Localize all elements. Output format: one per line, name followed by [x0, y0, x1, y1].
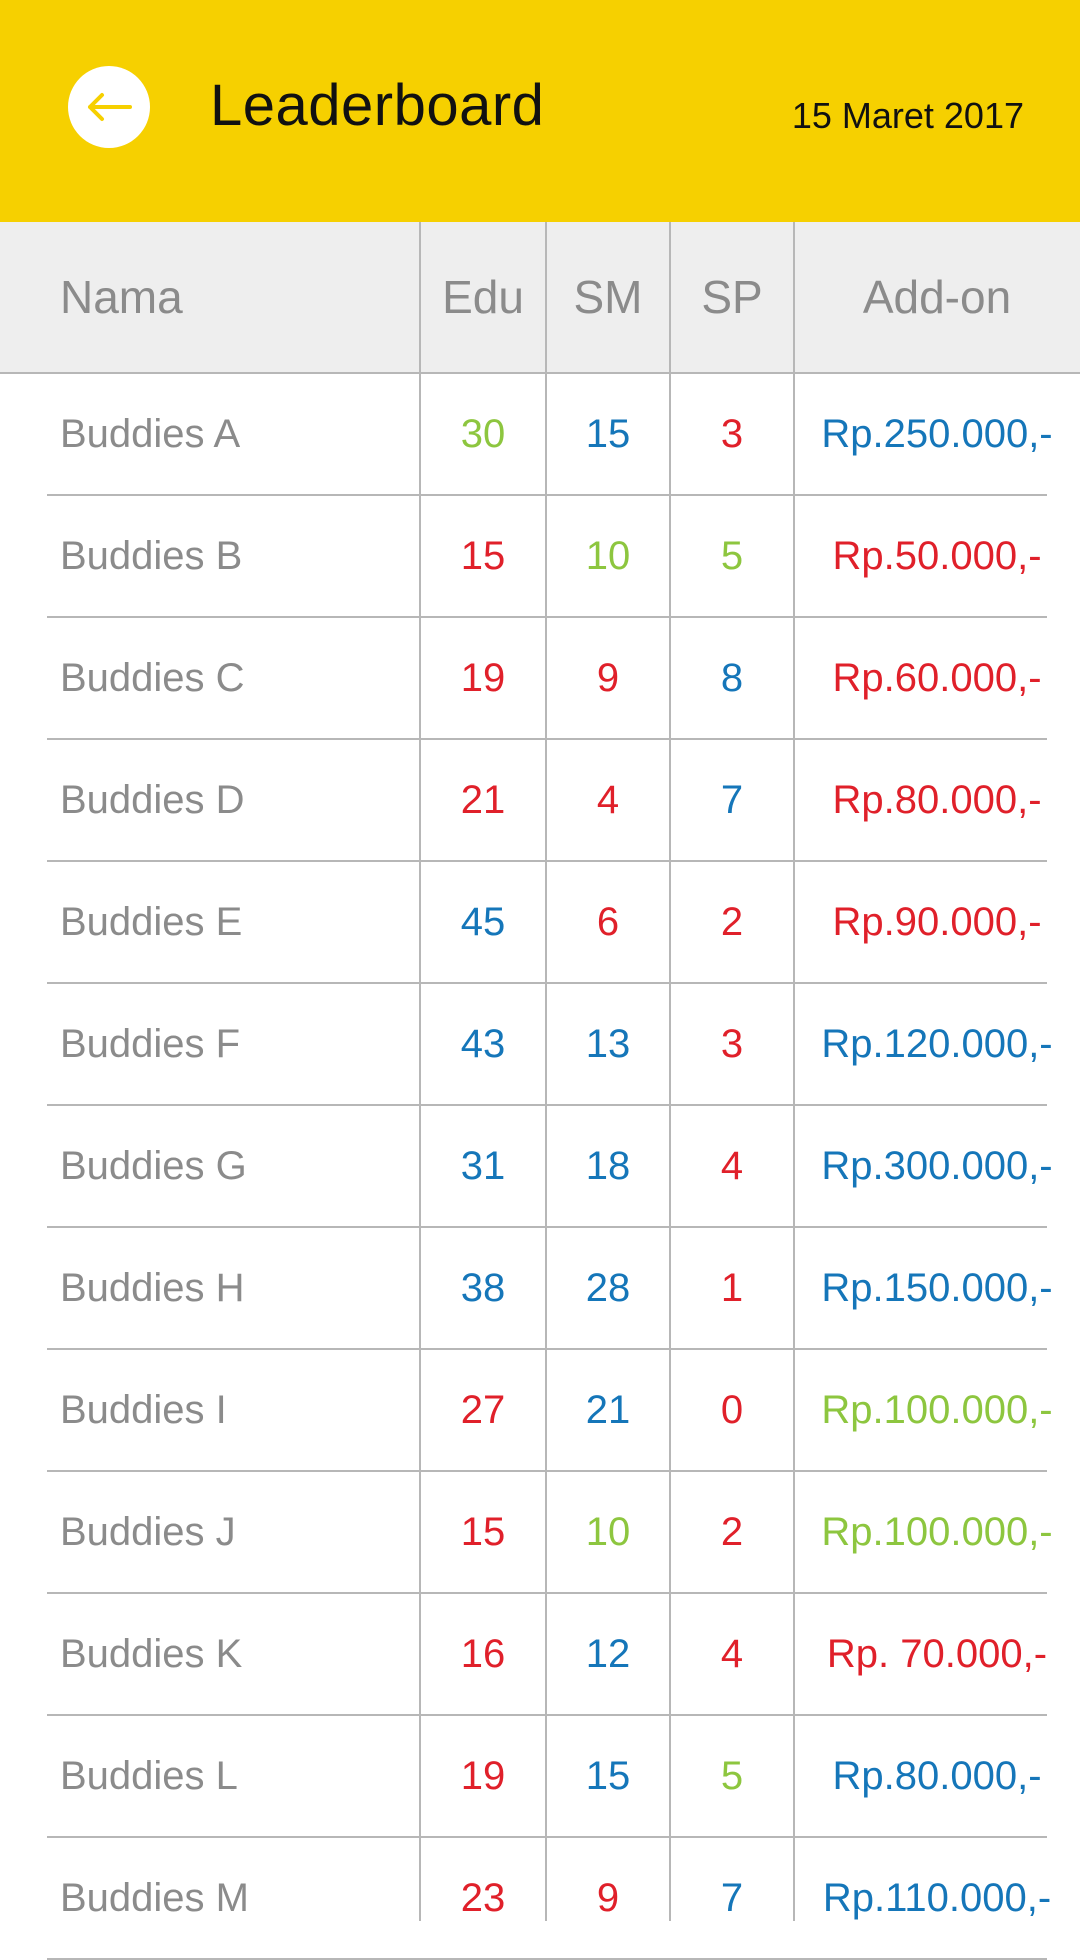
sp-score: 2 [720, 899, 744, 944]
column-header-sp[interactable]: SP [670, 222, 794, 372]
edu-score: 19 [460, 1753, 506, 1798]
page-title: Leaderboard [210, 73, 545, 138]
sp-score: 2 [720, 1509, 744, 1554]
table-row[interactable]: Buddies G 31 18 4 Rp.300.000,- [0, 1106, 1080, 1228]
buddy-name: Buddies I [60, 1387, 227, 1432]
sm-score: 13 [585, 1021, 631, 1066]
buddy-name: Buddies D [60, 777, 245, 822]
buddy-name: Buddies G [60, 1143, 247, 1188]
table-row[interactable]: Buddies D 21 4 7 Rp.80.000,- [0, 740, 1080, 862]
sp-score: 5 [720, 1753, 744, 1798]
addon-amount: Rp.120.000,- [821, 1021, 1053, 1066]
buddy-name: Buddies E [60, 899, 243, 944]
buddy-name: Buddies H [60, 1265, 245, 1310]
edu-score: 27 [460, 1387, 506, 1432]
sp-score: 3 [720, 1021, 744, 1066]
addon-amount: Rp.50.000,- [832, 533, 1042, 578]
buddy-name: Buddies K [60, 1631, 243, 1676]
table-row[interactable]: Buddies J 15 10 2 Rp.100.000,- [0, 1472, 1080, 1594]
edu-score: 38 [460, 1265, 506, 1310]
sm-score: 9 [596, 1875, 620, 1920]
table-row[interactable]: Buddies E 45 6 2 Rp.90.000,- [0, 862, 1080, 984]
edu-score: 30 [460, 411, 506, 456]
buddy-name: Buddies B [60, 533, 243, 578]
addon-amount: Rp.100.000,- [821, 1387, 1053, 1432]
edu-score: 31 [460, 1143, 506, 1188]
sm-score: 21 [585, 1387, 631, 1432]
addon-amount: Rp.100.000,- [821, 1509, 1053, 1554]
sm-score: 15 [585, 411, 631, 456]
back-button[interactable] [68, 66, 150, 148]
sp-score: 4 [720, 1631, 744, 1676]
edu-score: 23 [460, 1875, 506, 1920]
buddy-name: Buddies J [60, 1509, 236, 1554]
buddy-name: Buddies F [60, 1021, 241, 1066]
arrow-left-icon [88, 93, 132, 121]
addon-amount: Rp.90.000,- [832, 899, 1042, 944]
buddy-name: Buddies L [60, 1753, 238, 1798]
buddy-name: Buddies M [60, 1875, 249, 1920]
addon-amount: Rp.110.000,- [822, 1875, 1052, 1920]
edu-score: 16 [460, 1631, 506, 1676]
sp-score: 4 [720, 1143, 744, 1188]
sp-score: 7 [720, 777, 744, 822]
column-header-nama[interactable]: Nama [0, 222, 420, 372]
addon-amount: Rp.60.000,- [832, 655, 1042, 700]
edu-score: 15 [460, 1509, 506, 1554]
table-row[interactable]: Buddies A 30 15 3 Rp.250.000,- [0, 374, 1080, 496]
buddy-name: Buddies C [60, 655, 245, 700]
column-header-edu[interactable]: Edu [420, 222, 546, 372]
app-header: Leaderboard 15 Maret 2017 [0, 0, 1080, 222]
sp-score: 7 [720, 1875, 744, 1920]
table-row[interactable]: Buddies B 15 10 5 Rp.50.000,- [0, 496, 1080, 618]
sm-score: 10 [585, 533, 631, 578]
sp-score: 1 [720, 1265, 744, 1310]
sm-score: 9 [596, 655, 620, 700]
column-header-sm[interactable]: SM [546, 222, 670, 372]
table-row[interactable]: Buddies C 19 9 8 Rp.60.000,- [0, 618, 1080, 740]
table-row[interactable]: Buddies M 23 9 7 Rp.110.000,- [0, 1838, 1080, 1960]
sm-score: 15 [585, 1753, 631, 1798]
edu-score: 43 [460, 1021, 506, 1066]
addon-amount: Rp.150.000,- [821, 1265, 1053, 1310]
column-header-addon[interactable]: Add-on [794, 222, 1080, 372]
sp-score: 8 [720, 655, 744, 700]
addon-amount: Rp.80.000,- [832, 777, 1042, 822]
edu-score: 15 [460, 533, 506, 578]
buddy-name: Buddies A [60, 411, 241, 456]
table-row[interactable]: Buddies L 19 15 5 Rp.80.000,- [0, 1716, 1080, 1838]
table-row[interactable]: Buddies K 16 12 4 Rp. 70.000,- [0, 1594, 1080, 1716]
sp-score: 3 [720, 411, 744, 456]
sm-score: 18 [585, 1143, 631, 1188]
date-label: 15 Maret 2017 [791, 95, 1024, 136]
addon-amount: Rp. 70.000,- [826, 1631, 1048, 1676]
edu-score: 21 [460, 777, 506, 822]
sp-score: 0 [720, 1387, 744, 1432]
table-row[interactable]: Buddies I 27 21 0 Rp.100.000,- [0, 1350, 1080, 1472]
sp-score: 5 [720, 533, 744, 578]
sm-score: 6 [596, 899, 620, 944]
sm-score: 12 [585, 1631, 631, 1676]
sm-score: 4 [596, 777, 620, 822]
edu-score: 19 [460, 655, 506, 700]
sm-score: 28 [585, 1265, 631, 1310]
sm-score: 10 [585, 1509, 631, 1554]
addon-amount: Rp.300.000,- [821, 1143, 1053, 1188]
table-row[interactable]: Buddies H 38 28 1 Rp.150.000,- [0, 1228, 1080, 1350]
edu-score: 45 [460, 899, 506, 944]
table-header: Nama Edu SM SP Add-on [0, 222, 1080, 374]
table-row[interactable]: Buddies F 43 13 3 Rp.120.000,- [0, 984, 1080, 1106]
addon-amount: Rp.250.000,- [821, 411, 1053, 456]
addon-amount: Rp.80.000,- [832, 1753, 1042, 1798]
